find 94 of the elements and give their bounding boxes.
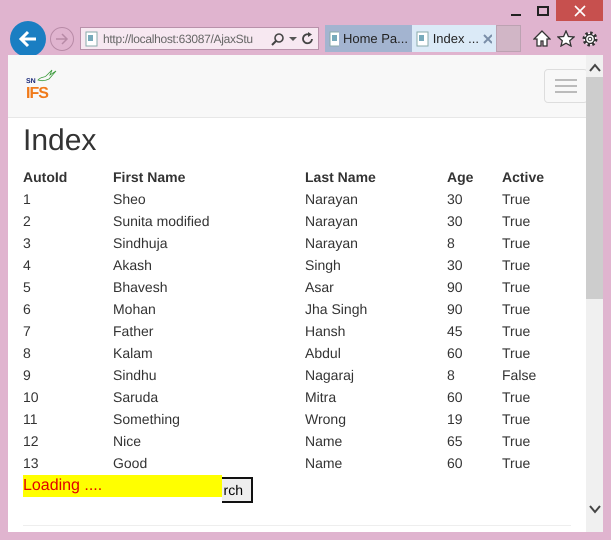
loading-message: Loading ....	[23, 475, 222, 497]
table-cell: Bhavesh	[113, 276, 305, 298]
table-cell-text: Name	[305, 432, 344, 451]
table-cell-text: Abdul	[305, 344, 342, 363]
table-cell-text: True	[502, 278, 532, 297]
table-cell-text: True	[502, 190, 532, 209]
column-header: AutoId	[23, 168, 68, 187]
address-bar[interactable]: http://localhost:63087/AjaxStu	[80, 27, 319, 50]
browser-tab[interactable]: Home Pa...	[325, 25, 412, 52]
table-cell: 90	[447, 276, 502, 298]
table-cell-text: True	[502, 212, 532, 231]
table-cell: Mohan	[113, 298, 305, 320]
table-cell-text: True	[502, 454, 532, 473]
table-cell-text: Jha Singh	[305, 300, 368, 319]
table-cell: Hansh	[305, 320, 447, 342]
table-cell-text: Wrong	[305, 410, 347, 429]
table-cell: 60	[447, 342, 502, 364]
table-cell: 4	[23, 254, 113, 276]
table-cell-text: Nagaraj	[305, 366, 356, 385]
table-cell: 8	[447, 232, 502, 254]
refresh-icon[interactable]	[301, 32, 314, 45]
column-header: Age	[447, 166, 502, 188]
table-cell-text: Sindhu	[113, 366, 158, 385]
star-icon[interactable]	[557, 30, 575, 46]
close-tab-icon[interactable]	[482, 34, 492, 44]
table-cell: 60	[447, 452, 502, 474]
table-cell-text: Narayan	[305, 234, 359, 253]
home-icon[interactable]	[533, 30, 551, 46]
table-cell: Kalam	[113, 342, 305, 364]
scrollbar[interactable]	[586, 55, 603, 532]
table-cell-text: True	[502, 388, 532, 407]
table-cell-text: 13	[23, 454, 40, 473]
table-cell: 30	[447, 210, 502, 232]
table-cell-text: True	[502, 344, 532, 363]
back-arrow-icon	[18, 30, 38, 48]
table-cell-text: Good	[113, 454, 148, 473]
table-cell-text: Mitra	[305, 388, 338, 407]
table-cell-text: Sunita modified	[113, 212, 211, 231]
table-cell-text: 7	[23, 322, 32, 341]
table-cell-text: True	[502, 256, 532, 275]
search-icon[interactable]	[271, 32, 285, 46]
table-cell-text: True	[502, 300, 532, 319]
close-icon	[574, 4, 586, 16]
table-cell-text: 5	[23, 278, 32, 297]
back-button[interactable]	[10, 20, 46, 56]
table-cell-text: Father	[113, 322, 154, 341]
forward-arrow-icon	[55, 32, 69, 44]
table-cell-text: Narayan	[305, 212, 359, 231]
page-icon	[85, 30, 99, 46]
table-cell-text: 9	[23, 366, 32, 385]
page-icon	[416, 30, 429, 46]
browser-tab[interactable]: Index ...	[412, 25, 496, 52]
table-cell-text: 8	[447, 366, 456, 385]
column-header: Active	[502, 168, 546, 187]
table-cell-text: Sindhuja	[113, 234, 168, 253]
table-cell: 45	[447, 320, 502, 342]
page-icon	[329, 30, 339, 46]
table-cell-text: 2	[23, 212, 32, 231]
table-cell-text: Akash	[113, 256, 153, 275]
table-cell: 65	[447, 430, 502, 452]
table-cell: Something	[113, 408, 305, 430]
table-cell-text: True	[502, 234, 532, 253]
table-cell-text: 1	[23, 190, 32, 209]
settings-icon[interactable]	[581, 30, 599, 48]
table-cell: 30	[447, 188, 502, 210]
table-cell-text: Asar	[305, 278, 335, 297]
table-cell: 60	[447, 386, 502, 408]
table-cell-text: 11	[23, 410, 39, 429]
page-title: Index	[23, 124, 98, 158]
caret-icon[interactable]	[289, 36, 297, 42]
table-cell: 30	[447, 254, 502, 276]
table-cell-text: 3	[23, 234, 32, 253]
table-cell-text: 8	[23, 344, 32, 363]
table-cell-text: Singh	[305, 256, 342, 275]
table-cell-text: Sheo	[113, 190, 147, 209]
table-cell-text: Name	[305, 454, 344, 473]
maximize-icon	[536, 6, 548, 16]
minimize-icon	[510, 14, 520, 16]
table-cell-text: Narayan	[305, 190, 359, 209]
table-cell-text: True	[502, 322, 532, 341]
table-cell-text: Nice	[113, 432, 142, 451]
table-cell-text: False	[502, 366, 538, 385]
table-cell-text: Saruda	[113, 388, 160, 407]
table-cell-text: 12	[23, 432, 40, 451]
search-button[interactable]: rch	[222, 477, 253, 503]
table-cell-text: True	[502, 432, 532, 451]
table-cell-text: True	[502, 410, 532, 429]
column-header: Last Name	[305, 166, 447, 188]
table-cell: 90	[447, 298, 502, 320]
table-cell-text: 10	[23, 388, 40, 407]
close-button[interactable]	[556, 0, 603, 21]
column-header: First Name	[113, 168, 186, 187]
table-cell-text: 6	[23, 300, 32, 319]
table-cell: 19	[447, 408, 502, 430]
